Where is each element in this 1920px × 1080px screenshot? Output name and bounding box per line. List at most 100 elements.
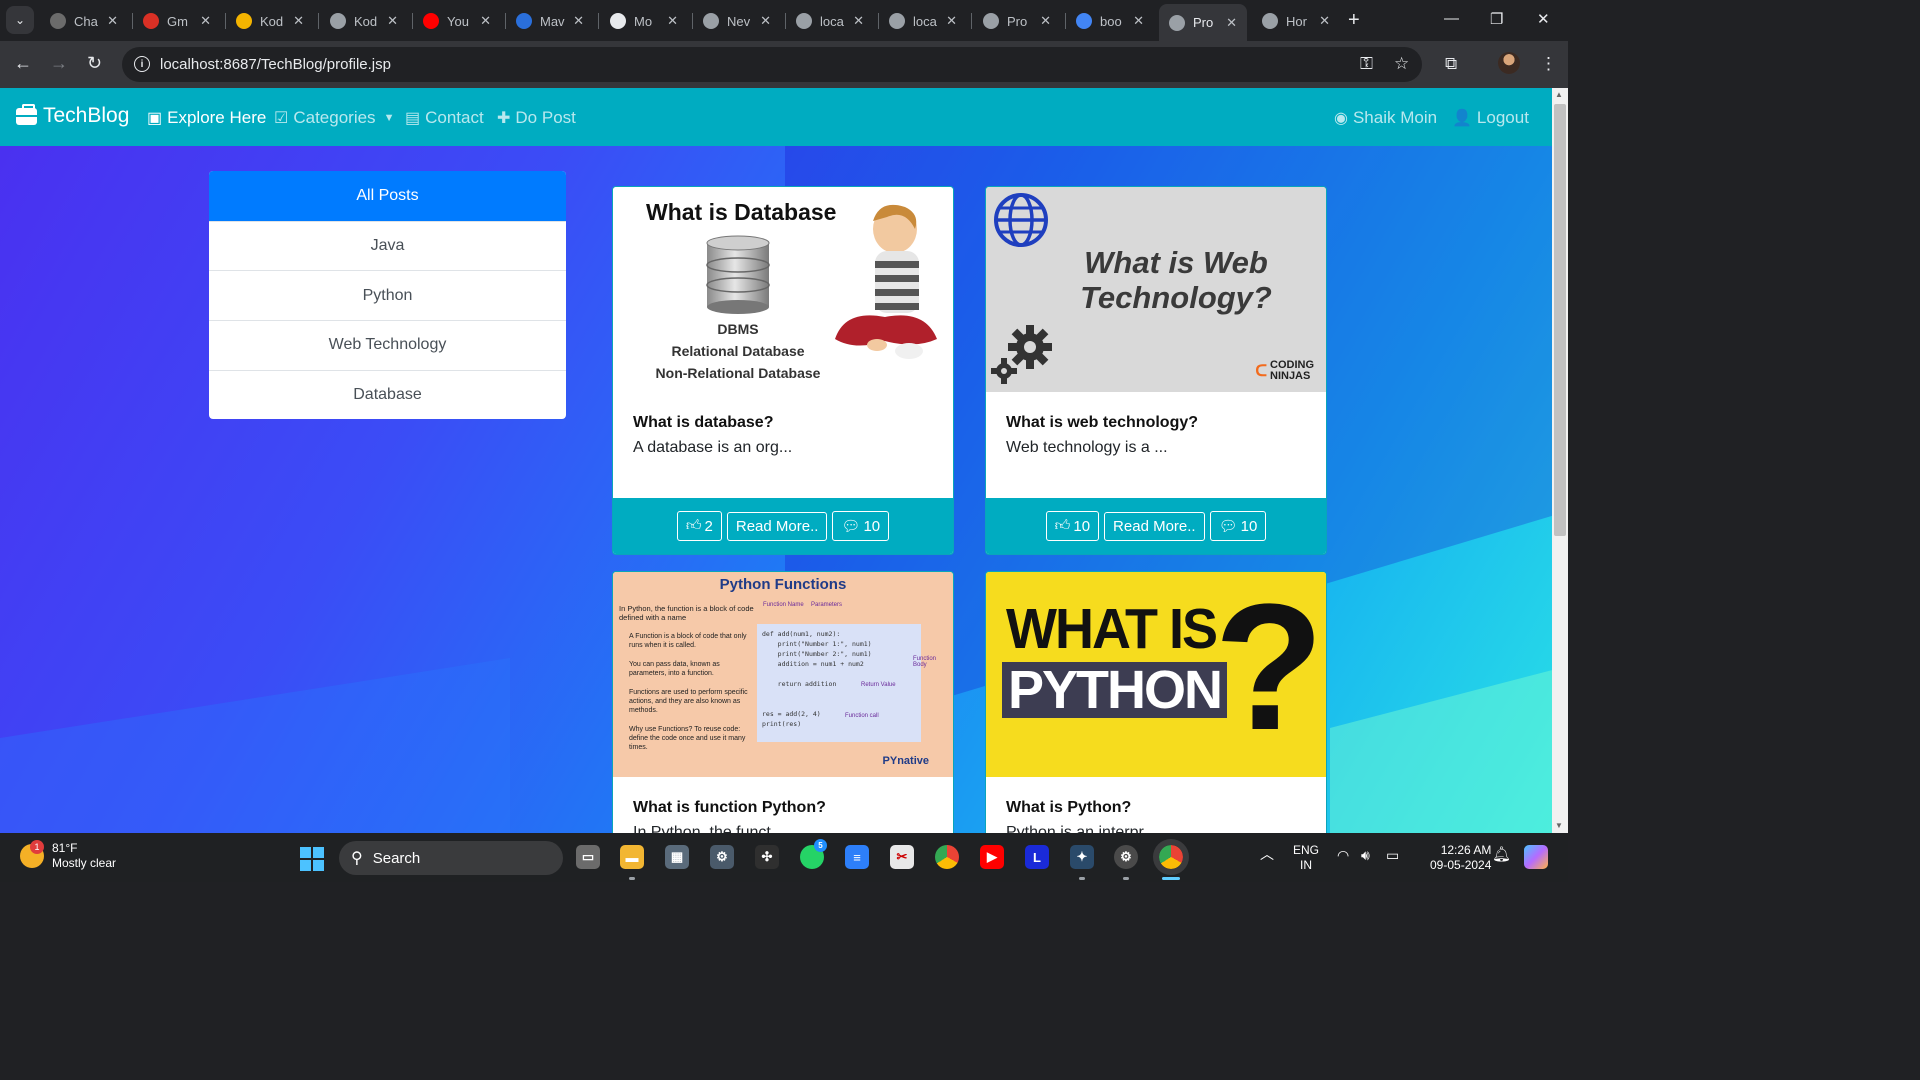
browser-tab[interactable]: Pro ✕ [1159, 4, 1247, 41]
category-database[interactable]: Database [209, 369, 566, 420]
browser-toolbar: ← → ↻ i localhost:8687/TechBlog/profile.… [0, 41, 1568, 88]
browser-tab[interactable]: Mav ✕ [506, 7, 594, 35]
language-indicator[interactable]: ENG IN [1293, 843, 1319, 873]
settings-gear-icon[interactable]: ⚙ [710, 845, 734, 869]
category-web-technology[interactable]: Web Technology [209, 320, 566, 370]
tab-close-icon[interactable]: ✕ [853, 13, 864, 29]
page-content: TechBlog ▣ Explore Here ☑ Categories ▼ ▤… [0, 88, 1552, 833]
tab-close-icon[interactable]: ✕ [1040, 13, 1051, 29]
new-tab-button[interactable]: + [1348, 9, 1360, 32]
chrome-active-icon[interactable] [1153, 839, 1189, 875]
browser-tab[interactable]: You ✕ [413, 7, 501, 35]
close-window-button[interactable]: ✕ [1537, 10, 1550, 28]
chevron-up-icon[interactable]: ︿ [1260, 847, 1274, 862]
category-python[interactable]: Python [209, 270, 566, 320]
comment-button[interactable]: 💬︎ 10 [832, 511, 890, 541]
task-view-icon[interactable]: ▭ [576, 845, 600, 869]
back-button[interactable]: ← [14, 53, 32, 74]
page-scrollbar[interactable]: ▲ ▼ [1552, 88, 1568, 833]
category-all-posts[interactable]: All Posts [209, 171, 566, 221]
volume-icon[interactable]: 🔊︎ [1361, 848, 1370, 863]
weather-widget[interactable]: 1 81°F Mostly clear [20, 840, 116, 871]
battery-icon[interactable]: ▭ [1386, 848, 1399, 863]
snipping-tool-icon[interactable]: ✂ [890, 845, 914, 869]
extensions-icon[interactable]: ⧉ [1445, 54, 1457, 74]
globe-icon [796, 13, 812, 29]
tab-close-icon[interactable]: ✕ [1133, 13, 1144, 29]
nav-user-profile[interactable]: ◉ Shaik Moin [1334, 108, 1437, 128]
tab-close-icon[interactable]: ✕ [480, 13, 491, 29]
nav-contact[interactable]: ▤ Contact [405, 108, 484, 128]
tab-close-icon[interactable]: ✕ [107, 13, 118, 29]
mysql-workbench-icon[interactable]: ✦ [1070, 845, 1094, 869]
tab-close-icon[interactable]: ✕ [573, 13, 584, 29]
browser-tab[interactable]: loca ✕ [786, 7, 874, 35]
address-bar[interactable]: i localhost:8687/TechBlog/profile.jsp [122, 47, 1422, 82]
nav-logout[interactable]: 👤 Logout [1452, 108, 1529, 128]
tab-close-icon[interactable]: ✕ [200, 13, 211, 29]
tab-close-icon[interactable]: ✕ [946, 13, 957, 29]
scroll-up-icon[interactable]: ▲ [1555, 90, 1563, 99]
calculator-icon[interactable]: ▦ [665, 845, 689, 869]
chatgpt-app-icon[interactable]: ✣ [755, 845, 779, 869]
file-explorer-icon[interactable]: ▬ [620, 845, 644, 869]
browser-tab[interactable]: Cha ✕ [40, 7, 128, 35]
copilot-icon[interactable] [1524, 845, 1548, 869]
brand-link[interactable]: TechBlog [16, 103, 129, 128]
profile-avatar[interactable] [1498, 52, 1520, 74]
tab-title: Mav [540, 13, 565, 29]
scroll-down-icon[interactable]: ▼ [1555, 821, 1563, 830]
minimize-button[interactable]: — [1444, 10, 1459, 27]
browser-tab[interactable]: loca ✕ [879, 7, 967, 35]
browser-tab[interactable]: Nev ✕ [693, 7, 781, 35]
browser-tab[interactable]: Kod ✕ [226, 7, 314, 35]
tab-close-icon[interactable]: ✕ [1319, 13, 1330, 29]
like-button[interactable]: 👍︎ 2 [676, 511, 722, 541]
site-info-icon[interactable]: i [134, 56, 150, 72]
tab-close-icon[interactable]: ✕ [387, 13, 398, 29]
reload-button[interactable]: ↻ [87, 53, 102, 74]
menu-dots-icon[interactable]: ⋮ [1540, 54, 1557, 74]
scrollbar-thumb[interactable] [1554, 104, 1566, 536]
notepad-icon[interactable]: ≡ [845, 845, 869, 869]
tab-search-button[interactable]: ⌄ [6, 6, 34, 34]
browser-tab[interactable]: Pro ✕ [973, 7, 1061, 35]
chrome-icon[interactable] [935, 845, 959, 869]
comment-button[interactable]: 💬︎ 10 [1209, 511, 1267, 541]
eclipse-gear-icon[interactable]: ⚙ [1114, 845, 1138, 869]
password-key-icon[interactable]: ⚿ [1360, 54, 1373, 74]
browser-tab[interactable]: Gm ✕ [133, 7, 221, 35]
browser-tab[interactable]: boo ✕ [1066, 7, 1154, 35]
nav-logout-label: Logout [1476, 108, 1529, 127]
post-excerpt: In Python, the funct... [633, 824, 785, 833]
notification-bell-icon[interactable]: 🔔︎ [1492, 847, 1511, 862]
bookmark-star-icon[interactable]: ☆ [1394, 54, 1409, 74]
taskbar-search[interactable]: ⚲ Search [339, 841, 563, 875]
restore-button[interactable]: ❐ [1490, 10, 1503, 28]
tab-close-icon[interactable]: ✕ [760, 13, 771, 29]
wifi-icon[interactable]: ◠ [1337, 848, 1349, 863]
tab-close-icon[interactable]: ✕ [293, 13, 304, 29]
youtube-icon[interactable]: ▶ [980, 845, 1004, 869]
nav-do-post[interactable]: ✚ Do Post [497, 108, 576, 128]
like-button[interactable]: 👍︎ 10 [1045, 511, 1100, 541]
read-more-button[interactable]: Read More.. [1104, 511, 1205, 541]
nav-categories-dropdown[interactable]: ☑ Categories ▼ [274, 108, 394, 128]
whatsapp-icon[interactable]: 5 [800, 839, 827, 869]
tab-close-icon[interactable]: ✕ [1226, 15, 1237, 31]
post-thumbnail: WHAT IS PYTHON ? [986, 572, 1326, 777]
letter-l-app-icon[interactable]: L [1025, 845, 1049, 869]
browser-tab[interactable]: Mo ✕ [600, 7, 688, 35]
database-cylinder-icon [706, 235, 770, 314]
windows-start-icon[interactable] [300, 847, 324, 871]
comment-icon: 💬︎ [1218, 518, 1238, 535]
tab-close-icon[interactable]: ✕ [667, 13, 678, 29]
read-more-button[interactable]: Read More.. [726, 511, 828, 541]
region-code: IN [1300, 858, 1312, 872]
browser-tab[interactable]: Kod ✕ [320, 7, 408, 35]
nav-explore[interactable]: ▣ Explore Here [147, 108, 266, 128]
category-java[interactable]: Java [209, 220, 566, 271]
clock[interactable]: 12:26 AM 09-05-2024 [1430, 843, 1491, 873]
forward-button[interactable]: → [50, 53, 68, 74]
browser-tab[interactable]: Hor ✕ [1252, 7, 1340, 35]
